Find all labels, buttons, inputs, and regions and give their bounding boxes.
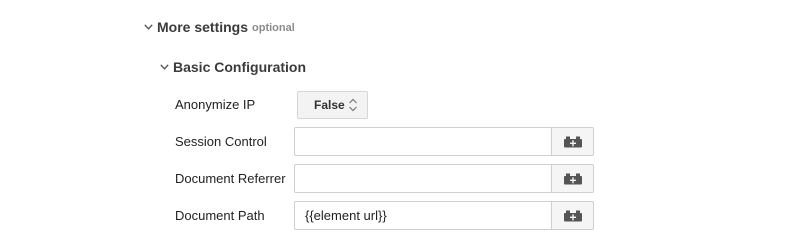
variable-brick-icon: [563, 136, 582, 147]
up-down-arrows-icon: [348, 98, 358, 112]
document-referrer-input[interactable]: [294, 164, 551, 193]
chevron-down-icon: [143, 22, 153, 32]
anonymize-ip-value: False: [314, 98, 345, 112]
chevron-down-icon: [159, 62, 169, 72]
document-referrer-label: Document Referrer: [175, 171, 286, 186]
basic-configuration-toggle[interactable]: Basic Configuration: [159, 59, 306, 75]
basic-configuration-title: Basic Configuration: [173, 59, 307, 75]
anonymize-ip-label: Anonymize IP: [175, 97, 256, 112]
session-control-input[interactable]: [294, 127, 551, 156]
document-path-variable-button[interactable]: [551, 201, 594, 230]
session-control-label: Session Control: [175, 134, 267, 149]
session-control-variable-button[interactable]: [551, 127, 594, 156]
anonymize-ip-select[interactable]: False: [297, 91, 368, 119]
document-referrer-variable-button[interactable]: [551, 164, 594, 193]
document-path-input[interactable]: [294, 201, 551, 230]
variable-brick-icon: [563, 210, 582, 221]
more-settings-title: More settings: [157, 19, 249, 35]
document-path-label: Document Path: [175, 208, 265, 223]
optional-label: optional: [252, 22, 295, 34]
more-settings-toggle[interactable]: More settings optional: [143, 19, 295, 35]
variable-brick-icon: [563, 173, 582, 184]
